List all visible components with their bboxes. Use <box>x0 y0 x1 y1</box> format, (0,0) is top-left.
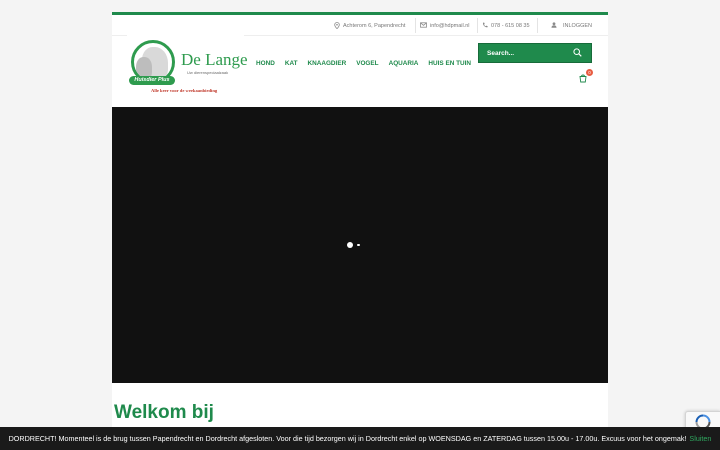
search-box <box>478 43 592 63</box>
envelope-icon <box>420 22 427 30</box>
logo-tagline: Uw dierenspeciaalzaak <box>187 70 229 75</box>
login-link[interactable]: INLOGGEN <box>551 20 592 32</box>
address-info: Achterom 6, Papendrecht <box>334 20 405 32</box>
phone-link[interactable]: 078 - 615 08 35 <box>491 23 530 29</box>
phone-info[interactable]: 078 - 615 08 35 <box>482 20 530 32</box>
notice-text: DORDRECHT! Momenteel is de brug tussen P… <box>8 434 687 443</box>
nav-item-huis-en-tuin[interactable]: HUIS EN TUIN <box>428 60 471 67</box>
nav-item-hond[interactable]: HOND <box>256 60 275 67</box>
map-pin-icon <box>334 21 340 31</box>
topbar-divider <box>537 18 538 33</box>
notice-dismiss-link[interactable]: Sluiten <box>689 434 711 443</box>
user-icon <box>551 22 557 30</box>
loader-dot <box>347 242 353 248</box>
main-navigation: HOND KAT KNAAGDIER VOGEL AQUARIA HUIS EN… <box>256 60 471 67</box>
cart-count-badge: 0 <box>586 69 593 76</box>
search-icon <box>572 44 582 62</box>
nav-item-aquaria[interactable]: AQUARIA <box>389 60 419 67</box>
logo-name: De Lange <box>181 50 248 69</box>
nav-item-kat[interactable]: KAT <box>285 60 298 67</box>
nav-item-vogel[interactable]: VOGEL <box>356 60 378 67</box>
search-button[interactable] <box>567 44 587 62</box>
top-info-bar: Achterom 6, Papendrecht info@hdpmail.nl … <box>112 15 608 36</box>
site-wrapper: Achterom 6, Papendrecht info@hdpmail.nl … <box>112 12 608 450</box>
loader-dot <box>357 243 360 247</box>
cart-button[interactable]: 0 <box>578 69 593 83</box>
email-info[interactable]: info@hdpmail.nl <box>420 20 470 32</box>
login-label[interactable]: INLOGGEN <box>563 23 592 29</box>
search-input[interactable] <box>479 49 567 57</box>
email-link[interactable]: info@hdpmail.nl <box>430 23 470 29</box>
hero-slider[interactable] <box>112 107 608 383</box>
address-text: Achterom 6, Papendrecht <box>343 23 406 29</box>
topbar-divider <box>415 18 416 33</box>
logo-slogan: Alle keer voor de weekaanbieding <box>151 88 218 93</box>
logo-badge: Huisdier Plus <box>129 76 175 85</box>
notice-bar: DORDRECHT! Momenteel is de brug tussen P… <box>0 427 720 450</box>
topbar-divider <box>477 18 478 33</box>
welcome-heading: Welkom bij <box>114 402 214 423</box>
phone-icon <box>482 22 488 30</box>
nav-item-knaagdier[interactable]: KNAAGDIER <box>308 60 347 67</box>
slider-loading-indicator <box>347 242 360 248</box>
site-logo[interactable]: Huisdier Plus De Lange Uw dierenspeciaal… <box>127 34 248 98</box>
